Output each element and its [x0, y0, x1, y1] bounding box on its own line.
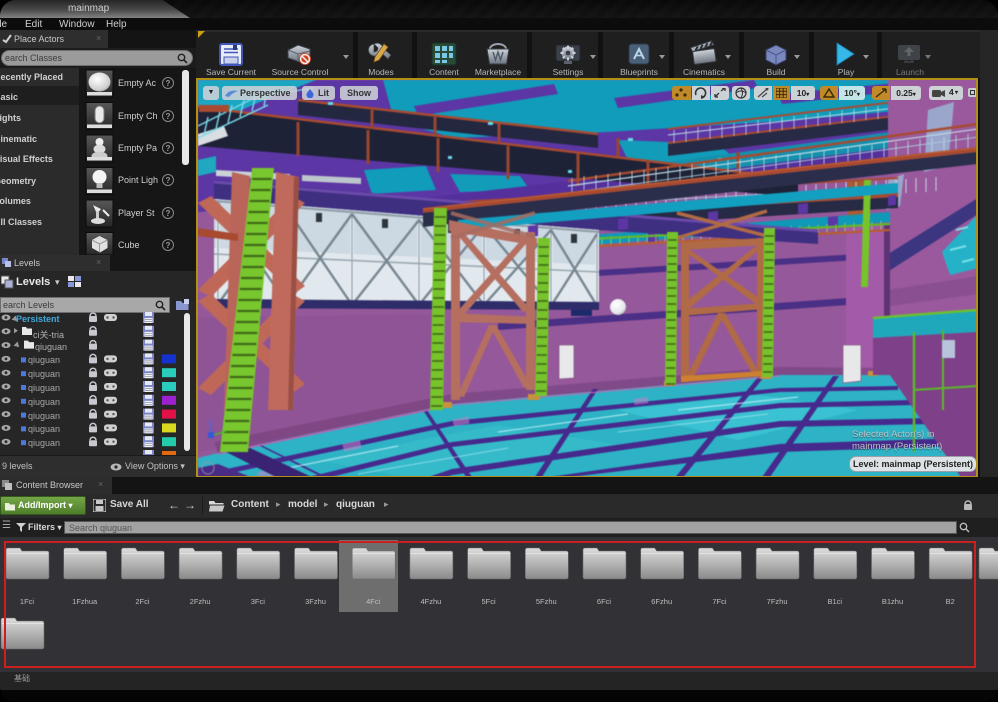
svg-text:?: ?	[166, 112, 171, 121]
svg-text:?: ?	[166, 176, 171, 185]
svg-text:?: ?	[166, 209, 171, 218]
svg-text:?: ?	[166, 241, 171, 250]
svg-text:?: ?	[166, 79, 171, 88]
svg-text:?: ?	[166, 144, 171, 153]
